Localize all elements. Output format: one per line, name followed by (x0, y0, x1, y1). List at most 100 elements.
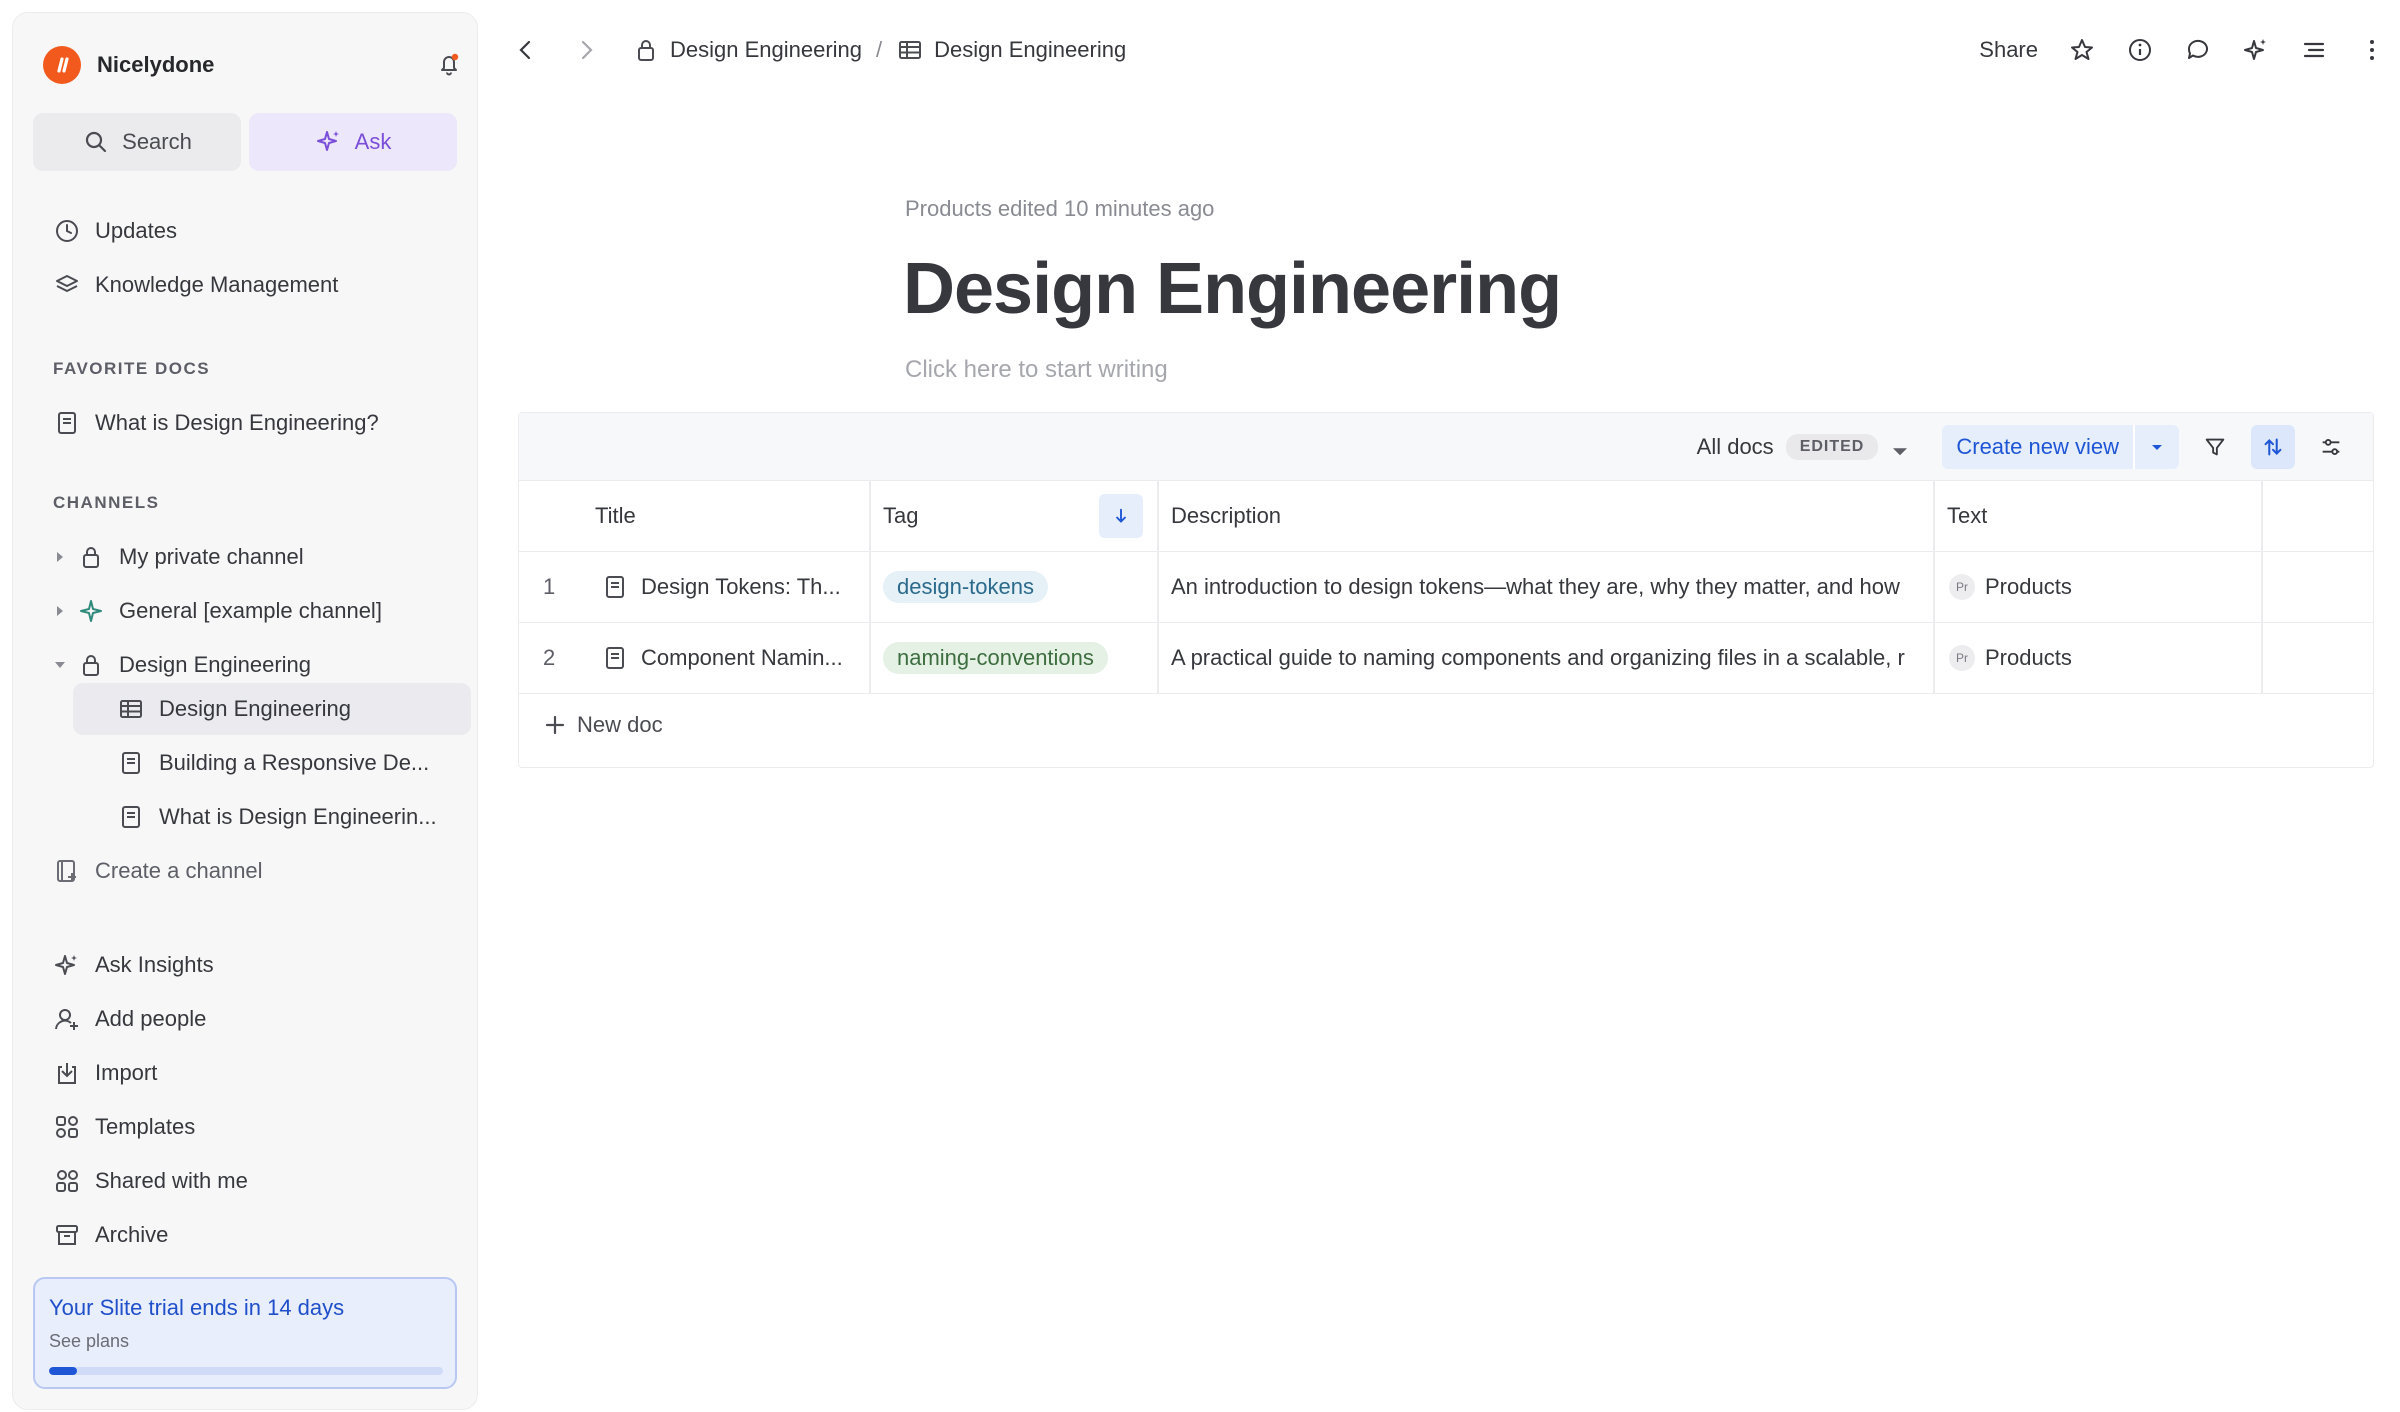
more-vertical-icon[interactable] (2358, 36, 2386, 64)
sidebar-item-label: Archive (95, 1222, 169, 1247)
back-arrow-icon[interactable] (512, 36, 540, 64)
ask-label: Ask (354, 129, 392, 154)
workspace-switcher[interactable]: Nicelydone (43, 41, 463, 89)
column-header-tag[interactable]: Tag (883, 481, 1157, 551)
edited-badge: EDITED (1785, 434, 1879, 460)
settings-sliders-icon[interactable] (2309, 425, 2353, 469)
shared-icon (53, 1167, 81, 1195)
lock-icon (632, 36, 660, 64)
table-toolbar: All docs EDITED Create new view (519, 413, 2373, 481)
view-selector[interactable]: All docs (1697, 434, 1774, 460)
sidebar-item-import[interactable]: Import (53, 1051, 157, 1095)
tag-badge: naming-conventions (883, 642, 1108, 674)
layers-icon (53, 271, 81, 299)
star-icon[interactable] (2068, 36, 2096, 64)
info-icon[interactable] (2126, 36, 2154, 64)
row-title-cell[interactable]: Design Tokens: Th... (601, 552, 869, 622)
sidebar-item-label: Updates (95, 218, 177, 243)
caret-down-icon[interactable] (2133, 425, 2179, 469)
doc-icon (601, 644, 629, 672)
sidebar-item-label: Import (95, 1060, 158, 1085)
outline-icon[interactable] (2300, 36, 2328, 64)
sidebar-item-label: Design Engineering (159, 696, 352, 721)
new-doc-button[interactable]: New doc (541, 703, 663, 747)
sidebar-item-shared-with-me[interactable]: Shared with me (53, 1159, 248, 1203)
caret-right-icon[interactable] (53, 550, 67, 564)
table-row[interactable]: 1 Design Tokens: Th... design-tokens An … (519, 552, 2373, 623)
sort-icon[interactable] (2251, 425, 2295, 469)
channel-label: My private channel (119, 544, 304, 569)
column-header-text[interactable]: Text (1947, 481, 1987, 551)
docs-table: All docs EDITED Create new view Title Ta… (518, 412, 2374, 768)
trial-banner[interactable]: Your Slite trial ends in 14 days See pla… (33, 1277, 457, 1389)
archive-icon (53, 1221, 81, 1249)
channel-child-doc[interactable]: What is Design Engineerin... (117, 795, 437, 839)
sidebar-item-label: What is Design Engineering? (95, 410, 379, 435)
ask-button[interactable]: Ask (249, 113, 457, 171)
create-view-label: Create new view (1956, 434, 2119, 459)
forward-arrow-icon[interactable] (572, 36, 600, 64)
row-tag-cell[interactable]: design-tokens (883, 552, 1157, 622)
favorites-header: FAVORITE DOCS (53, 359, 211, 378)
doc-edit-meta: Products edited 10 minutes ago (905, 196, 1215, 221)
row-tag-cell[interactable]: naming-conventions (883, 623, 1157, 693)
sidebar-item-ask-insights[interactable]: Ask Insights (53, 943, 214, 987)
share-button[interactable]: Share (1979, 37, 2038, 63)
see-plans-link[interactable]: See plans (49, 1331, 129, 1352)
notification-bell-icon[interactable] (435, 49, 463, 77)
channel-my-private-channel[interactable]: My private channel (53, 535, 304, 579)
sparkle-icon (315, 128, 343, 156)
create-channel-button[interactable]: Create a channel (53, 849, 263, 893)
row-text-cell[interactable]: Pr Products (1949, 552, 2261, 622)
channel-child-design-engineering[interactable]: Design Engineering (117, 687, 351, 731)
row-text-cell[interactable]: Pr Products (1949, 623, 2261, 693)
channel-child-doc[interactable]: Building a Responsive De... (117, 741, 429, 785)
search-label: Search (122, 129, 192, 154)
page-title[interactable]: Design Engineering (903, 248, 1562, 330)
channel-label: Design Engineering (119, 652, 312, 677)
create-channel-label: Create a channel (95, 858, 263, 883)
lock-icon (77, 651, 105, 679)
column-header-title[interactable]: Title (595, 481, 636, 551)
row-number: 2 (543, 645, 556, 670)
sparkle-icon (53, 951, 81, 979)
favorite-doc-item[interactable]: What is Design Engineering? (53, 401, 379, 445)
column-header-label: Tag (883, 503, 919, 528)
caret-right-icon[interactable] (53, 604, 67, 618)
sidebar-item-archive[interactable]: Archive (53, 1213, 168, 1257)
view-caret-icon[interactable] (1886, 437, 1908, 457)
breadcrumb-label: Design Engineering (934, 37, 1127, 62)
channel-label: General [example channel] (119, 598, 382, 623)
sort-desc-icon[interactable] (1099, 494, 1143, 538)
table-row[interactable]: 2 Component Namin... naming-conventions … (519, 623, 2373, 694)
breadcrumb-channel[interactable]: Design Engineering (632, 36, 862, 64)
ai-sparkle-icon[interactable] (2242, 36, 2270, 64)
row-description[interactable]: An introduction to design tokens—what th… (1171, 552, 1933, 622)
sidebar-item-label: Knowledge Management (95, 272, 339, 297)
channel-general[interactable]: General [example channel] (53, 589, 382, 633)
workspace-name: Nicelydone (97, 52, 215, 77)
sidebar: Nicelydone Search Ask Updates Knowledge … (12, 12, 478, 1410)
doc-icon (53, 409, 81, 437)
sidebar-item-label: Templates (95, 1114, 196, 1139)
create-new-view-button[interactable]: Create new view (1942, 425, 2179, 469)
filter-icon[interactable] (2193, 425, 2237, 469)
plus-icon (541, 711, 569, 739)
row-title-cell[interactable]: Component Namin... (601, 623, 869, 693)
search-icon (82, 128, 110, 156)
doc-icon (117, 749, 145, 777)
sidebar-item-updates[interactable]: Updates (53, 209, 177, 253)
search-button[interactable]: Search (33, 113, 241, 171)
sidebar-item-label: Ask Insights (95, 952, 214, 977)
sidebar-item-add-people[interactable]: Add people (53, 997, 206, 1041)
sidebar-item-knowledge-management[interactable]: Knowledge Management (53, 263, 338, 307)
doc-body-placeholder[interactable]: Click here to start writing (905, 356, 1168, 384)
breadcrumb-current[interactable]: Design Engineering (896, 36, 1126, 64)
sidebar-item-templates[interactable]: Templates (53, 1105, 195, 1149)
breadcrumb-separator: / (876, 37, 883, 62)
row-description[interactable]: A practical guide to naming components a… (1171, 623, 1933, 693)
caret-down-icon[interactable] (53, 658, 67, 672)
comment-icon[interactable] (2184, 36, 2212, 64)
channel-design-engineering[interactable]: Design Engineering (53, 643, 311, 687)
column-header-description[interactable]: Description (1171, 481, 1281, 551)
